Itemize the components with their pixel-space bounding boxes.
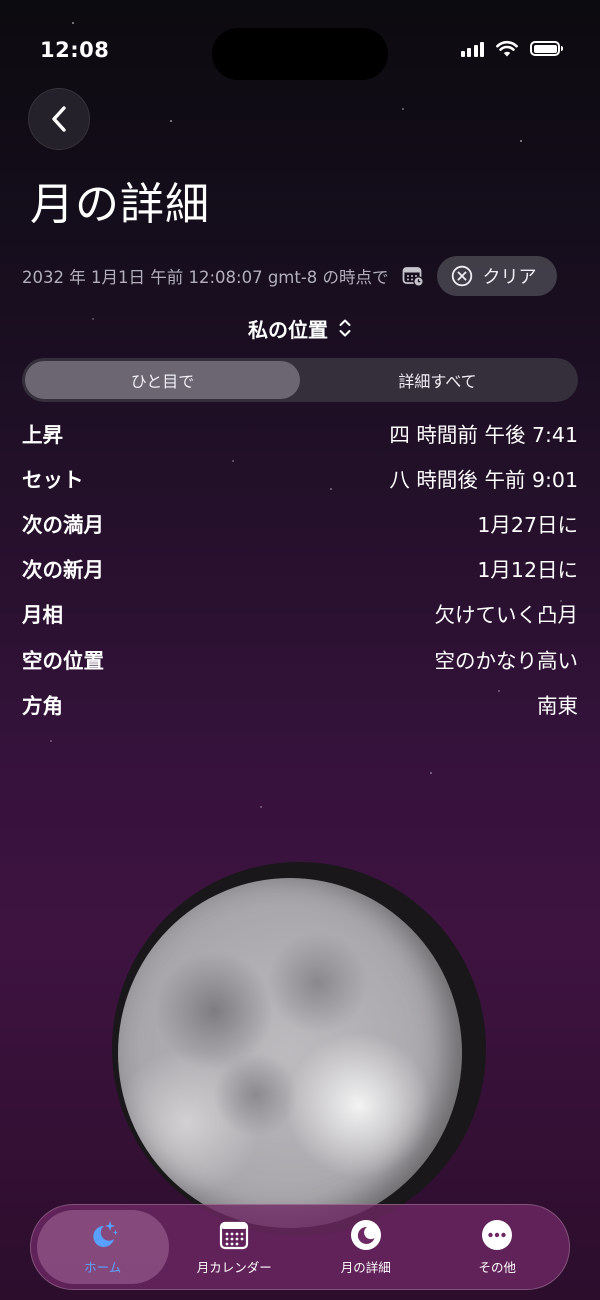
clear-circle-x-icon	[451, 265, 472, 287]
tab-label: 月カレンダー	[196, 1259, 272, 1275]
info-value: 四 時間前 午後 7:41	[389, 422, 578, 447]
tab-label: 月の詳細	[340, 1259, 391, 1275]
chevron-left-icon	[52, 106, 66, 132]
moon-info-list: 上昇 四 時間前 午後 7:41 セット 八 時間後 午前 9:01 次の満月 …	[22, 410, 578, 726]
info-row-next-new-moon: 次の新月 1月12日に	[22, 546, 578, 591]
info-row-next-full-moon: 次の満月 1月27日に	[22, 500, 578, 545]
tab-bar: ホーム 月カレンダー 月の詳細 その他	[30, 1204, 570, 1290]
info-value: 八 時間後 午前 9:01	[389, 467, 578, 492]
clear-button[interactable]: クリア	[436, 256, 557, 296]
dynamic-island	[212, 28, 388, 80]
moon-lit-surface	[118, 878, 462, 1228]
info-value: 空のかなり高い	[434, 648, 579, 673]
clear-button-label: クリア	[482, 267, 537, 288]
info-label: 次の新月	[22, 558, 104, 583]
page-title: 月の詳細	[30, 179, 210, 230]
cellular-signal-icon	[460, 41, 484, 57]
status-time: 12:08	[40, 38, 110, 62]
tab-moon-calendar[interactable]: 月カレンダー	[169, 1210, 301, 1284]
info-row-set: セット 八 時間後 午前 9:01	[22, 455, 578, 500]
tab-label: ホーム	[84, 1259, 122, 1275]
info-value: 1月27日に	[477, 512, 578, 537]
info-value: 南東	[537, 693, 578, 718]
segment-all-details[interactable]: 詳細すべて	[300, 361, 575, 399]
info-label: 次の満月	[22, 512, 104, 537]
wifi-icon	[496, 41, 518, 57]
info-row-phase: 月相 欠けていく凸月	[22, 591, 578, 636]
timestamp-row: 2032 年 1月1日 午前 12:08:07 gmt-8 の時点で クリア	[22, 256, 570, 296]
segment-glance[interactable]: ひと目で	[25, 361, 300, 399]
info-label: 空の位置	[22, 648, 104, 673]
battery-icon	[530, 41, 563, 56]
back-button[interactable]	[28, 88, 90, 150]
info-row-direction: 方角 南東	[22, 681, 578, 726]
moon-stars-icon	[87, 1219, 119, 1251]
status-icons	[460, 40, 563, 57]
info-row-rise: 上昇 四 時間前 午後 7:41	[22, 410, 578, 455]
location-label: 私の位置	[248, 317, 328, 342]
moon-image	[112, 862, 486, 1236]
location-selector[interactable]: 私の位置	[0, 310, 600, 346]
tab-more[interactable]: その他	[432, 1210, 564, 1284]
info-label: 上昇	[22, 422, 63, 447]
calendar-grid-icon	[218, 1219, 250, 1251]
timestamp-text: 2032 年 1月1日 午前 12:08:07 gmt-8 の時点で	[22, 268, 389, 287]
tab-label: その他	[478, 1259, 516, 1275]
calendar-clock-icon[interactable]	[401, 264, 425, 288]
tab-moon-details[interactable]: 月の詳細	[300, 1210, 432, 1284]
info-label: セット	[22, 467, 84, 492]
tab-home[interactable]: ホーム	[37, 1210, 169, 1284]
view-segmented-control: ひと目で 詳細すべて	[22, 358, 578, 402]
status-bar: 12:08	[0, 0, 600, 100]
info-label: 月相	[22, 603, 63, 628]
info-row-sky-position: 空の位置 空のかなり高い	[22, 636, 578, 681]
info-value: 1月12日に	[477, 558, 578, 583]
info-value: 欠けていく凸月	[434, 603, 579, 628]
chevron-up-down-icon	[339, 319, 351, 337]
more-icon	[481, 1219, 513, 1251]
info-label: 方角	[22, 693, 63, 718]
moon-circle-icon	[350, 1219, 382, 1251]
